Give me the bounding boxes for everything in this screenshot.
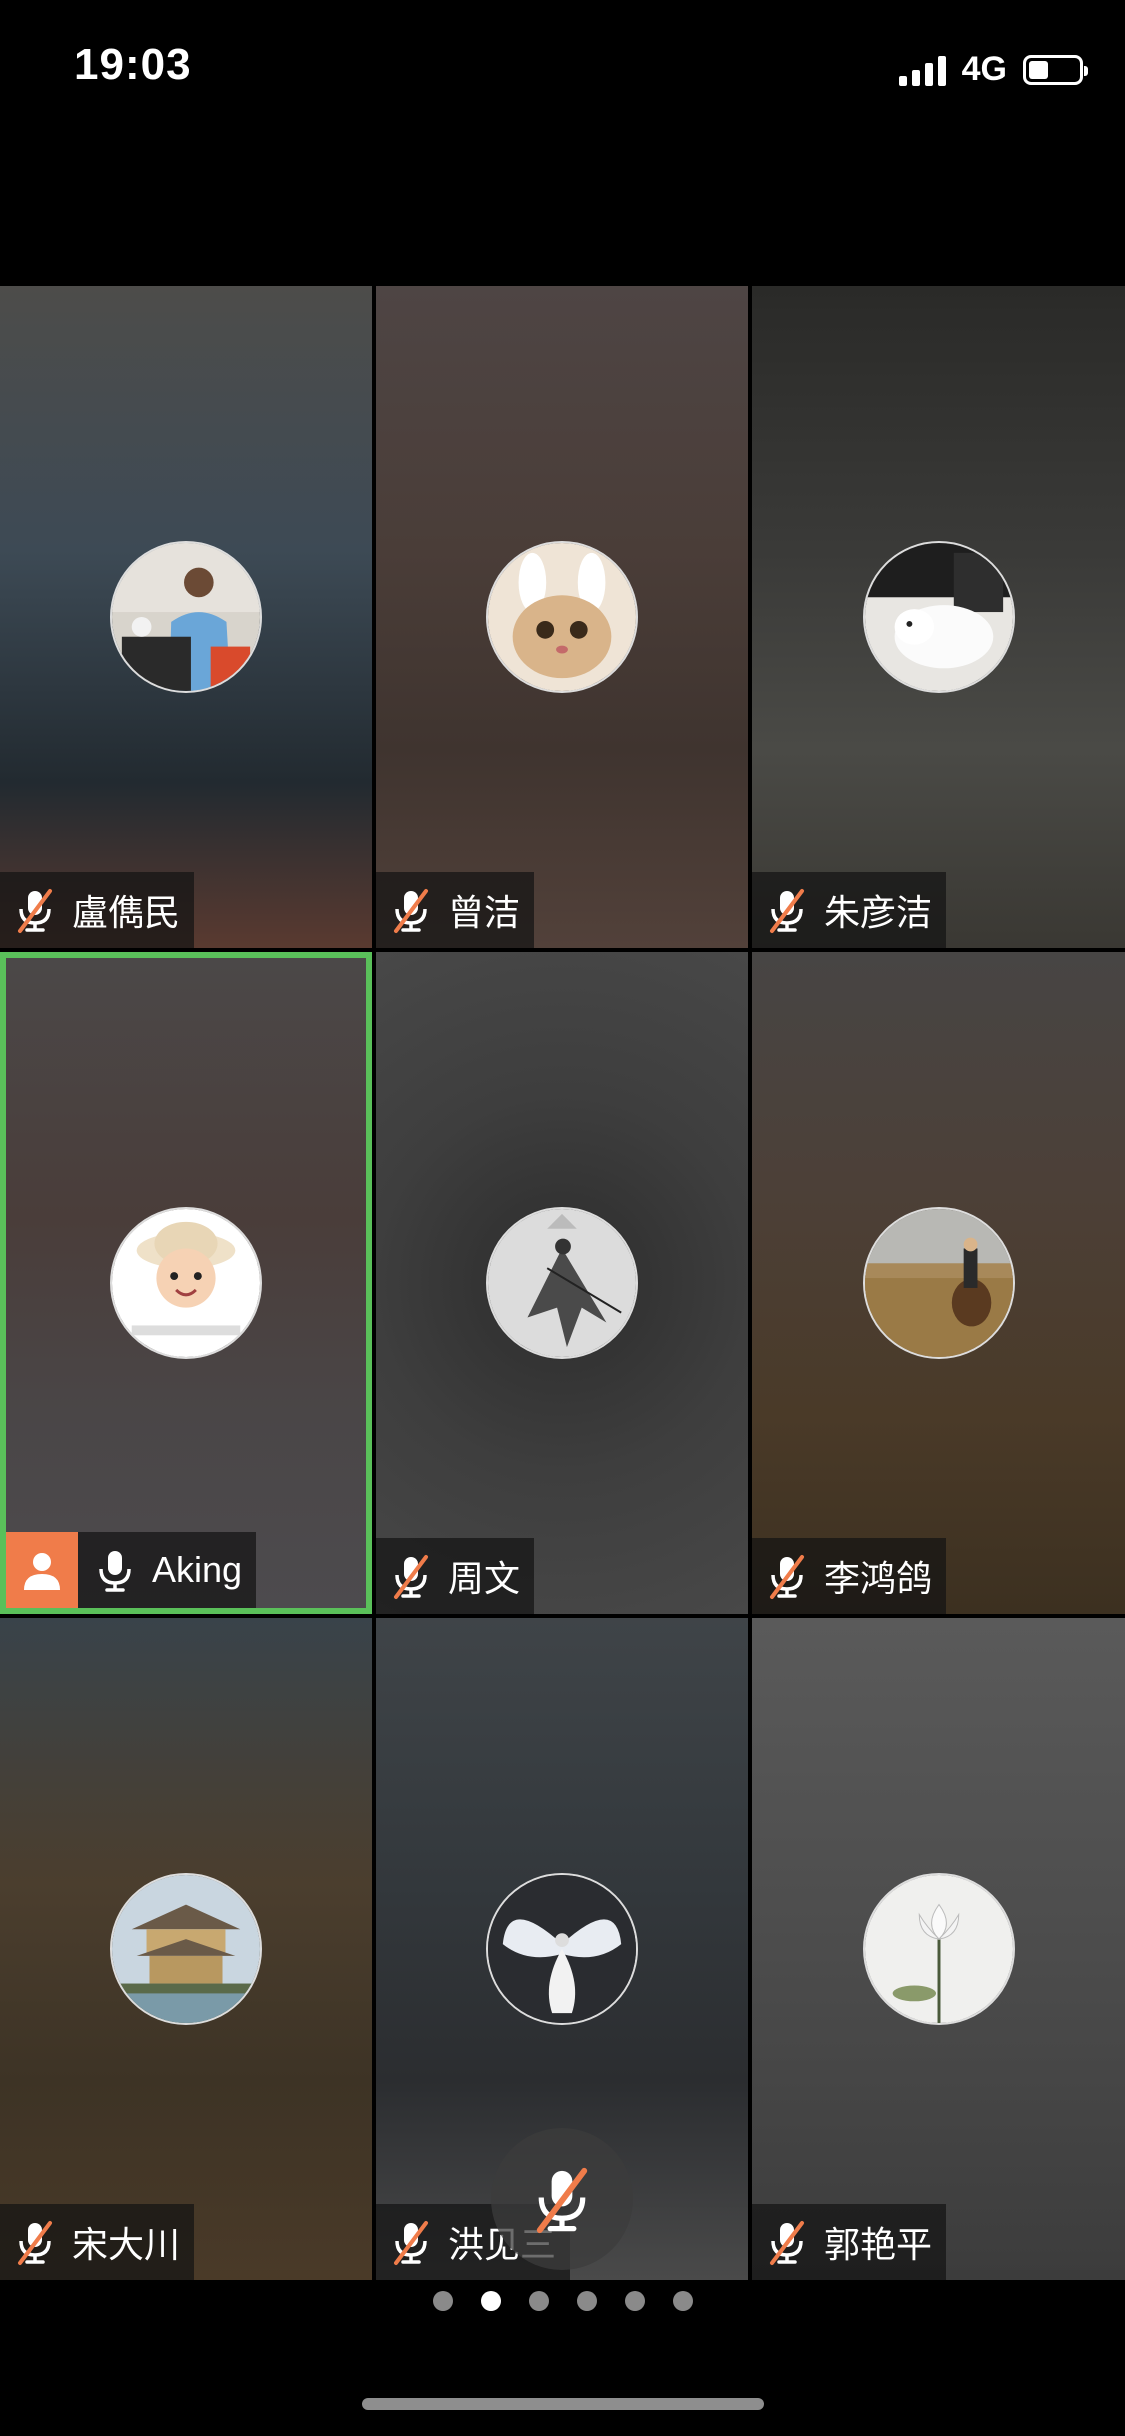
network-type: 4G <box>961 50 1007 88</box>
mic-muted-icon <box>394 2221 428 2265</box>
participant-tile[interactable]: 李鸿鸽 <box>752 952 1125 1614</box>
mic-muted-icon <box>18 889 52 933</box>
participant-name: 周文 <box>448 1558 521 1599</box>
mic-muted-icon <box>770 1555 804 1599</box>
participant-name: 郭艳平 <box>824 2224 933 2265</box>
mic-muted-indicator <box>384 1549 438 1603</box>
participant-name-tag: 朱彦洁 <box>752 872 947 948</box>
battery-level <box>1029 60 1049 79</box>
mic-muted-icon <box>770 889 804 933</box>
mic-muted-icon <box>770 2221 804 2265</box>
participant-avatar <box>862 1207 1015 1359</box>
mic-muted-indicator <box>8 883 62 937</box>
participant-name: 朱彦洁 <box>824 892 933 933</box>
participant-name-tag: 曾洁 <box>376 872 535 948</box>
participant-avatar <box>862 1873 1015 2025</box>
page-dot[interactable] <box>624 2291 645 2311</box>
participant-name: 宋大川 <box>72 2224 181 2265</box>
status-bar: 19:03 4G <box>0 0 1125 140</box>
participant-avatar <box>486 541 638 693</box>
status-indicators: 4G <box>898 50 1088 89</box>
home-indicator[interactable] <box>362 2398 764 2410</box>
cellular-signal-icon <box>898 54 946 86</box>
battery-icon <box>1023 54 1088 85</box>
participant-avatar <box>110 1207 262 1359</box>
mute-toggle-button[interactable] <box>491 2128 633 2270</box>
page-dot[interactable] <box>432 2291 453 2311</box>
participant-name-tag: 周文 <box>376 1538 535 1614</box>
participant-name: 曾洁 <box>448 892 521 933</box>
mic-muted-indicator <box>384 2215 438 2269</box>
user-icon <box>24 1553 60 1590</box>
mic-muted-indicator <box>8 2215 62 2269</box>
page-dot[interactable] <box>672 2291 693 2311</box>
participant-avatar <box>862 541 1015 693</box>
participant-tile[interactable]: 朱彦洁 <box>752 286 1125 948</box>
participant-name-tag: 盧儁民 <box>0 872 195 948</box>
mic-muted-icon <box>394 1555 428 1599</box>
participant-name: 李鸿鸽 <box>824 1558 933 1599</box>
page-dot[interactable] <box>576 2291 597 2311</box>
mic-muted-indicator <box>760 883 814 937</box>
participant-tile[interactable]: 盧儁民 <box>0 286 372 948</box>
participant-tile[interactable]: 宋大川 <box>0 1618 372 2280</box>
status-time: 19:03 <box>74 40 192 89</box>
mic-muted-indicator <box>760 2215 814 2269</box>
mic-active-indicator <box>88 1543 142 1597</box>
self-user-badge <box>6 1532 78 1608</box>
participant-avatar <box>486 1873 638 2025</box>
participant-avatar <box>110 541 262 693</box>
mic-muted-icon <box>536 2167 588 2234</box>
video-grid: 盧儁民 曾洁 朱彦洁 Aking 周文 李鸿鸽 宋大川 洪见三 郭艳平 <box>0 286 1125 2284</box>
participant-avatar <box>486 1207 638 1359</box>
participant-name: 盧儁民 <box>72 892 181 933</box>
participant-name-tag: 李鸿鸽 <box>752 1538 947 1614</box>
participant-name-tag: Aking <box>6 1532 257 1608</box>
participant-tile[interactable]: Aking <box>0 952 372 1614</box>
participant-tile[interactable]: 曾洁 <box>376 286 748 948</box>
participant-tile[interactable]: 郭艳平 <box>752 1618 1125 2280</box>
participant-tile[interactable]: 周文 <box>376 952 748 1614</box>
participant-name-tag: 宋大川 <box>0 2204 195 2280</box>
participant-name-tag: 郭艳平 <box>752 2204 947 2280</box>
mic-muted-indicator <box>760 1549 814 1603</box>
participant-name: Aking <box>152 1549 243 1590</box>
mic-muted-indicator <box>384 883 438 937</box>
page-indicator[interactable] <box>0 2286 1125 2316</box>
mic-muted-icon <box>18 2221 52 2265</box>
page-dot[interactable] <box>480 2291 501 2311</box>
participant-avatar <box>110 1873 262 2025</box>
mic-muted-icon <box>394 889 428 933</box>
page-dot[interactable] <box>528 2291 549 2311</box>
mic-icon <box>99 1551 131 1592</box>
